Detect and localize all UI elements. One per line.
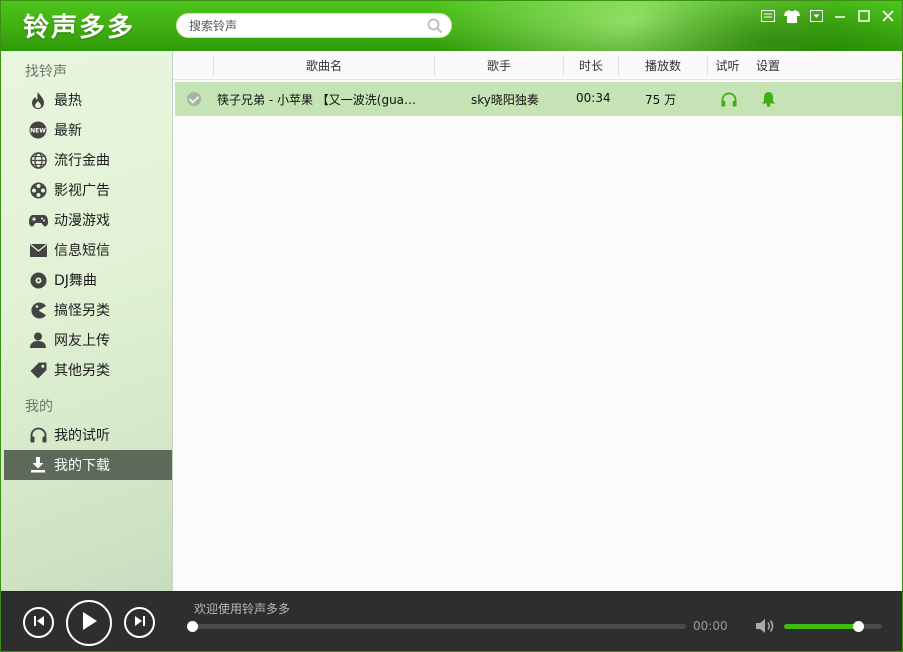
headphones-icon — [28, 426, 48, 444]
column-header-artist[interactable]: 歌手 — [434, 56, 563, 76]
next-button[interactable] — [124, 607, 155, 638]
sidebar-item-dj[interactable]: DJ舞曲 — [4, 265, 172, 295]
sidebar-item-film[interactable]: 影视广告 — [4, 175, 172, 205]
sidebar-item-label: 最新 — [54, 123, 82, 139]
previous-button[interactable] — [23, 607, 54, 638]
minimize-icon[interactable] — [830, 8, 850, 24]
headphones-icon[interactable] — [721, 92, 737, 111]
sidebar-item-label: 网友上传 — [54, 333, 110, 349]
app-window: 铃声多多 搜索铃声 找铃声 最热 NEW 最新 流行金曲 影视广告 动漫游戏 信… — [0, 0, 903, 652]
sidebar-item-upload[interactable]: 网友上传 — [4, 325, 172, 355]
download-icon — [28, 456, 48, 474]
sidebar-item-my-listen[interactable]: 我的试听 — [4, 420, 172, 450]
song-artist: sky晓阳独奏 — [471, 93, 539, 107]
progress-slider[interactable] — [187, 621, 686, 632]
skin-shirt-icon[interactable] — [782, 8, 802, 24]
close-icon[interactable] — [878, 8, 898, 24]
player-bar: 欢迎使用铃声多多 00:00 — [1, 591, 902, 651]
bell-icon[interactable] — [761, 91, 776, 111]
player-status-text: 欢迎使用铃声多多 — [194, 602, 291, 616]
sidebar-item-label: 影视广告 — [54, 183, 110, 199]
tag-icon — [28, 361, 48, 379]
user-icon — [28, 331, 48, 349]
window-menu-icon[interactable] — [758, 8, 778, 24]
volume-icon[interactable] — [755, 618, 775, 638]
volume-slider[interactable] — [784, 621, 882, 632]
sidebar: 找铃声 最热 NEW 最新 流行金曲 影视广告 动漫游戏 信息短信 DJ舞曲 搞… — [1, 51, 173, 591]
column-header-duration[interactable]: 时长 — [563, 56, 618, 76]
sidebar-item-new[interactable]: NEW 最新 — [4, 115, 172, 145]
film-reel-icon — [28, 181, 48, 199]
song-duration: 00:34 — [576, 91, 611, 105]
sidebar-item-hot[interactable]: 最热 — [4, 85, 172, 115]
progress-knob[interactable] — [187, 621, 198, 632]
search-icon[interactable] — [427, 18, 443, 34]
sidebar-item-label: 流行金曲 — [54, 153, 110, 169]
play-button[interactable] — [66, 600, 112, 646]
sidebar-item-label: 最热 — [54, 93, 82, 109]
song-name: 筷子兄弟 - 小苹果 【又一波洗(gua… — [217, 93, 417, 107]
skip-previous-icon — [33, 615, 45, 631]
sidebar-item-label: 其他另类 — [54, 363, 110, 379]
svg-text:NEW: NEW — [30, 128, 46, 135]
gamepad-icon — [28, 211, 48, 229]
sidebar-section-mine: 我的 — [25, 399, 53, 415]
column-header-settings: 设置 — [755, 59, 780, 73]
volume-knob[interactable] — [852, 621, 864, 632]
app-logo: 铃声多多 — [23, 13, 136, 43]
sidebar-item-label: 我的下载 — [54, 458, 110, 474]
column-header-name[interactable]: 歌曲名 — [213, 56, 434, 76]
row-check-icon[interactable] — [187, 92, 201, 106]
title-bar: 铃声多多 — [1, 1, 902, 51]
ringtone-list-panel: 歌曲名 歌手 时长 播放数 试听 设置 筷子兄弟 - 小苹果 【又一波洗(gua… — [173, 51, 902, 591]
sidebar-section-find: 找铃声 — [25, 64, 67, 80]
sidebar-item-pop[interactable]: 流行金曲 — [4, 145, 172, 175]
sidebar-item-label: 搞怪另类 — [54, 303, 110, 319]
table-header: 歌曲名 歌手 时长 播放数 试听 设置 — [173, 51, 902, 80]
envelope-icon — [28, 241, 48, 259]
sidebar-item-sms[interactable]: 信息短信 — [4, 235, 172, 265]
table-row[interactable]: 筷子兄弟 - 小苹果 【又一波洗(gua… sky晓阳独奏 00:34 75 万 — [175, 82, 902, 116]
sidebar-item-label: 信息短信 — [54, 243, 110, 259]
sidebar-item-label: DJ舞曲 — [54, 273, 97, 289]
sidebar-item-anime-game[interactable]: 动漫游戏 — [4, 205, 172, 235]
sidebar-item-other[interactable]: 其他另类 — [4, 355, 172, 385]
globe-icon — [28, 151, 48, 169]
column-header-plays[interactable]: 播放数 — [618, 56, 707, 76]
new-badge-icon: NEW — [28, 121, 48, 139]
search-box[interactable] — [176, 13, 452, 38]
sidebar-item-my-download[interactable]: 我的下载 — [4, 450, 172, 480]
column-header-listen: 试听 — [707, 56, 747, 76]
search-input[interactable] — [189, 17, 419, 35]
maximize-icon[interactable] — [854, 8, 874, 24]
dropdown-icon[interactable] — [806, 8, 826, 24]
sidebar-item-label: 我的试听 — [54, 428, 110, 444]
pacman-icon — [28, 301, 48, 319]
sidebar-item-label: 动漫游戏 — [54, 213, 110, 229]
skip-next-icon — [134, 615, 146, 631]
volume-fill — [784, 624, 858, 629]
playback-time: 00:00 — [693, 619, 728, 633]
sidebar-item-funny[interactable]: 搞怪另类 — [4, 295, 172, 325]
fire-icon — [28, 91, 48, 109]
disc-icon — [28, 271, 48, 289]
window-controls — [758, 8, 898, 24]
play-icon — [80, 611, 98, 635]
song-plays: 75 万 — [645, 93, 677, 107]
